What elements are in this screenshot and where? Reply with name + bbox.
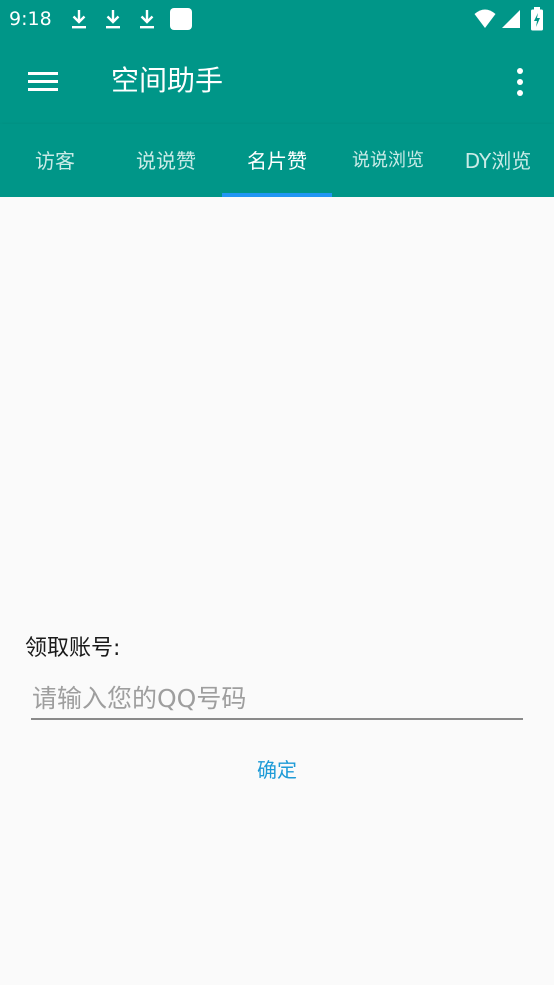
tab-card-likes[interactable]: 名片赞 [222,124,332,197]
battery-icon [530,7,544,31]
tab-post-likes[interactable]: 说说赞 [111,124,221,197]
tab-label: DY浏览 [464,149,532,173]
tab-dy-views[interactable]: DY浏览 [443,124,553,197]
notification-square-icon [170,7,192,31]
tab-label: 访客 [35,149,75,173]
app-bar: 空间助手 [0,38,554,124]
status-time: 9:18 [9,8,52,30]
main-content: 领取账号: 确定 [0,197,554,985]
tab-label: 说说浏览 [352,150,424,171]
tab-label: 名片赞 [247,149,307,173]
account-label: 领取账号: [25,636,121,661]
wifi-icon [474,7,496,31]
cell-signal-icon [501,7,523,31]
app-title: 空间助手 [111,64,224,97]
qq-number-input[interactable] [31,678,523,720]
download-icon [136,7,158,31]
hamburger-menu-icon [28,72,58,91]
download-icon [68,7,90,31]
tab-visitors[interactable]: 访客 [0,124,110,197]
tab-bar: 访客 说说赞 名片赞 说说浏览 DY浏览 [0,124,554,197]
tab-label: 说说赞 [136,149,196,173]
confirm-button[interactable]: 确定 [227,750,327,790]
download-icon [102,7,124,31]
menu-button[interactable] [16,57,70,105]
more-vert-icon [517,68,523,96]
status-bar: 9:18 [0,0,554,38]
overflow-menu-button[interactable] [496,57,544,105]
tab-post-views[interactable]: 说说浏览 [333,124,443,197]
